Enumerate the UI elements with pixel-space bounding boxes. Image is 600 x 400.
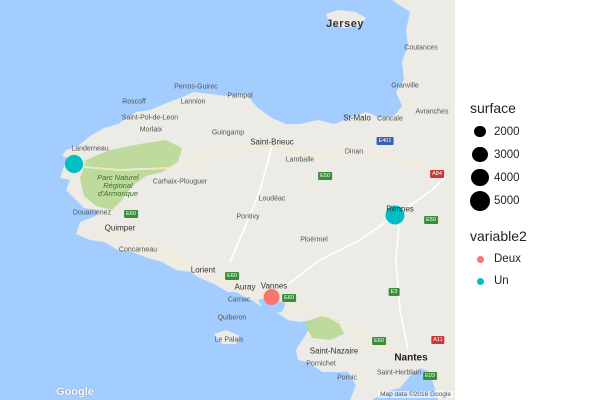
legend-color-key bbox=[470, 249, 490, 269]
road-shield: E60 bbox=[124, 210, 138, 218]
road-shield: E3 bbox=[388, 288, 400, 296]
map-attribution[interactable]: Map data ©2016 Google bbox=[378, 391, 453, 398]
place-label: Granville bbox=[391, 82, 419, 90]
place-label: St-Malo bbox=[343, 113, 371, 123]
place-label: Saint-Herblain bbox=[376, 369, 422, 377]
legend-surface-row: 5000 bbox=[470, 189, 520, 212]
legend-variable2-row: Un bbox=[470, 270, 527, 292]
legend-size-label: 2000 bbox=[494, 125, 520, 138]
place-label: Vannes bbox=[260, 281, 288, 291]
road-shield: A84 bbox=[430, 170, 444, 178]
place-label: Quiberon bbox=[217, 314, 247, 322]
legend-variable2-row: Deux bbox=[470, 248, 527, 270]
legend-size-label: 3000 bbox=[494, 148, 520, 161]
place-label: Avranches bbox=[415, 108, 449, 116]
place-label: Saint-Nazaire bbox=[309, 346, 359, 356]
place-label: Paimpol bbox=[227, 92, 253, 100]
place-label: Cancale bbox=[377, 115, 403, 123]
legend-surface-row: 2000 bbox=[470, 120, 520, 143]
place-label: Saint-Brieuc bbox=[250, 137, 294, 147]
place-label: Carhaix-Plouguer bbox=[152, 178, 208, 186]
road-shield: E03 bbox=[423, 372, 437, 380]
place-label: Rennes bbox=[386, 204, 414, 214]
place-label: Lamballe bbox=[285, 156, 315, 164]
place-label: Ploërmel bbox=[300, 236, 328, 244]
legend-size-key bbox=[470, 122, 490, 142]
legend-size-key bbox=[470, 145, 490, 165]
data-point-deux bbox=[263, 289, 280, 305]
legend-size-key bbox=[470, 168, 490, 188]
legend-size-label: 5000 bbox=[494, 194, 520, 207]
place-label: Morlaix bbox=[139, 126, 163, 134]
place-label: Dinan bbox=[344, 148, 364, 156]
legend-size-key bbox=[470, 190, 490, 211]
legend-surface-title: surface bbox=[470, 100, 516, 116]
legend-color-label: Deux bbox=[494, 253, 521, 265]
road-shield: E50 bbox=[318, 172, 332, 180]
legend-surface: surface 2000 3000 4000 5000 bbox=[470, 100, 520, 212]
legend-surface-row: 4000 bbox=[470, 166, 520, 189]
place-label: Pornichet bbox=[306, 360, 336, 368]
legend-surface-items: 2000 3000 4000 5000 bbox=[470, 120, 520, 212]
road-shield: E60 bbox=[225, 272, 239, 280]
place-label: Auray bbox=[234, 282, 256, 292]
legend-size-label: 4000 bbox=[494, 171, 520, 184]
place-label: Le Palais bbox=[214, 336, 244, 344]
road-shield: E60 bbox=[372, 337, 386, 345]
place-label: Nantes bbox=[394, 352, 428, 364]
place-label: Guingamp bbox=[211, 129, 245, 137]
legend-variable2: variable2 Deux Un bbox=[470, 228, 527, 292]
road-shield: E60 bbox=[282, 294, 296, 302]
legend-variable2-title: variable2 bbox=[470, 228, 527, 244]
place-label: Jersey bbox=[326, 18, 364, 30]
place-label: Loudéac bbox=[258, 195, 286, 203]
legend-surface-row: 3000 bbox=[470, 143, 520, 166]
legend-color-dot bbox=[476, 277, 484, 285]
place-label: Perros-Guirec bbox=[174, 83, 218, 91]
legend-size-dot bbox=[471, 168, 489, 187]
legend-size-dot bbox=[472, 146, 488, 163]
road-shield: E401 bbox=[376, 137, 394, 145]
legend-color-label: Un bbox=[494, 275, 509, 287]
place-label: Saint-Pol-de-Leon bbox=[121, 114, 179, 122]
place-label: Carnac bbox=[227, 296, 251, 304]
place-label: Pontivy bbox=[236, 213, 260, 221]
park-label: Parc Naturel Régional d'Armorique bbox=[97, 173, 139, 198]
place-label: Lorient bbox=[190, 265, 216, 275]
data-point-un bbox=[64, 154, 84, 174]
map-canvas[interactable]: Jersey Coutances Granville Avranches Cancale… bbox=[0, 0, 455, 400]
legend-variable2-items: Deux Un bbox=[470, 248, 527, 292]
place-label: Landerneau bbox=[71, 145, 109, 153]
legend-color-dot bbox=[476, 255, 484, 263]
google-logo[interactable]: Google bbox=[56, 386, 94, 398]
legend-size-dot bbox=[470, 190, 490, 211]
road-shield: A11 bbox=[431, 336, 445, 344]
place-label: Pornic bbox=[337, 374, 357, 382]
road-shield: E50 bbox=[424, 216, 438, 224]
place-label: Coutances bbox=[404, 44, 438, 52]
place-label: Concarneau bbox=[118, 246, 158, 254]
legend-size-dot bbox=[474, 125, 486, 138]
legend-color-key bbox=[470, 271, 490, 291]
place-label: Lannion bbox=[180, 98, 206, 106]
place-label: Quimper bbox=[104, 223, 136, 233]
place-label: Douarnenez bbox=[72, 209, 112, 217]
place-label: Roscoff bbox=[122, 98, 146, 106]
